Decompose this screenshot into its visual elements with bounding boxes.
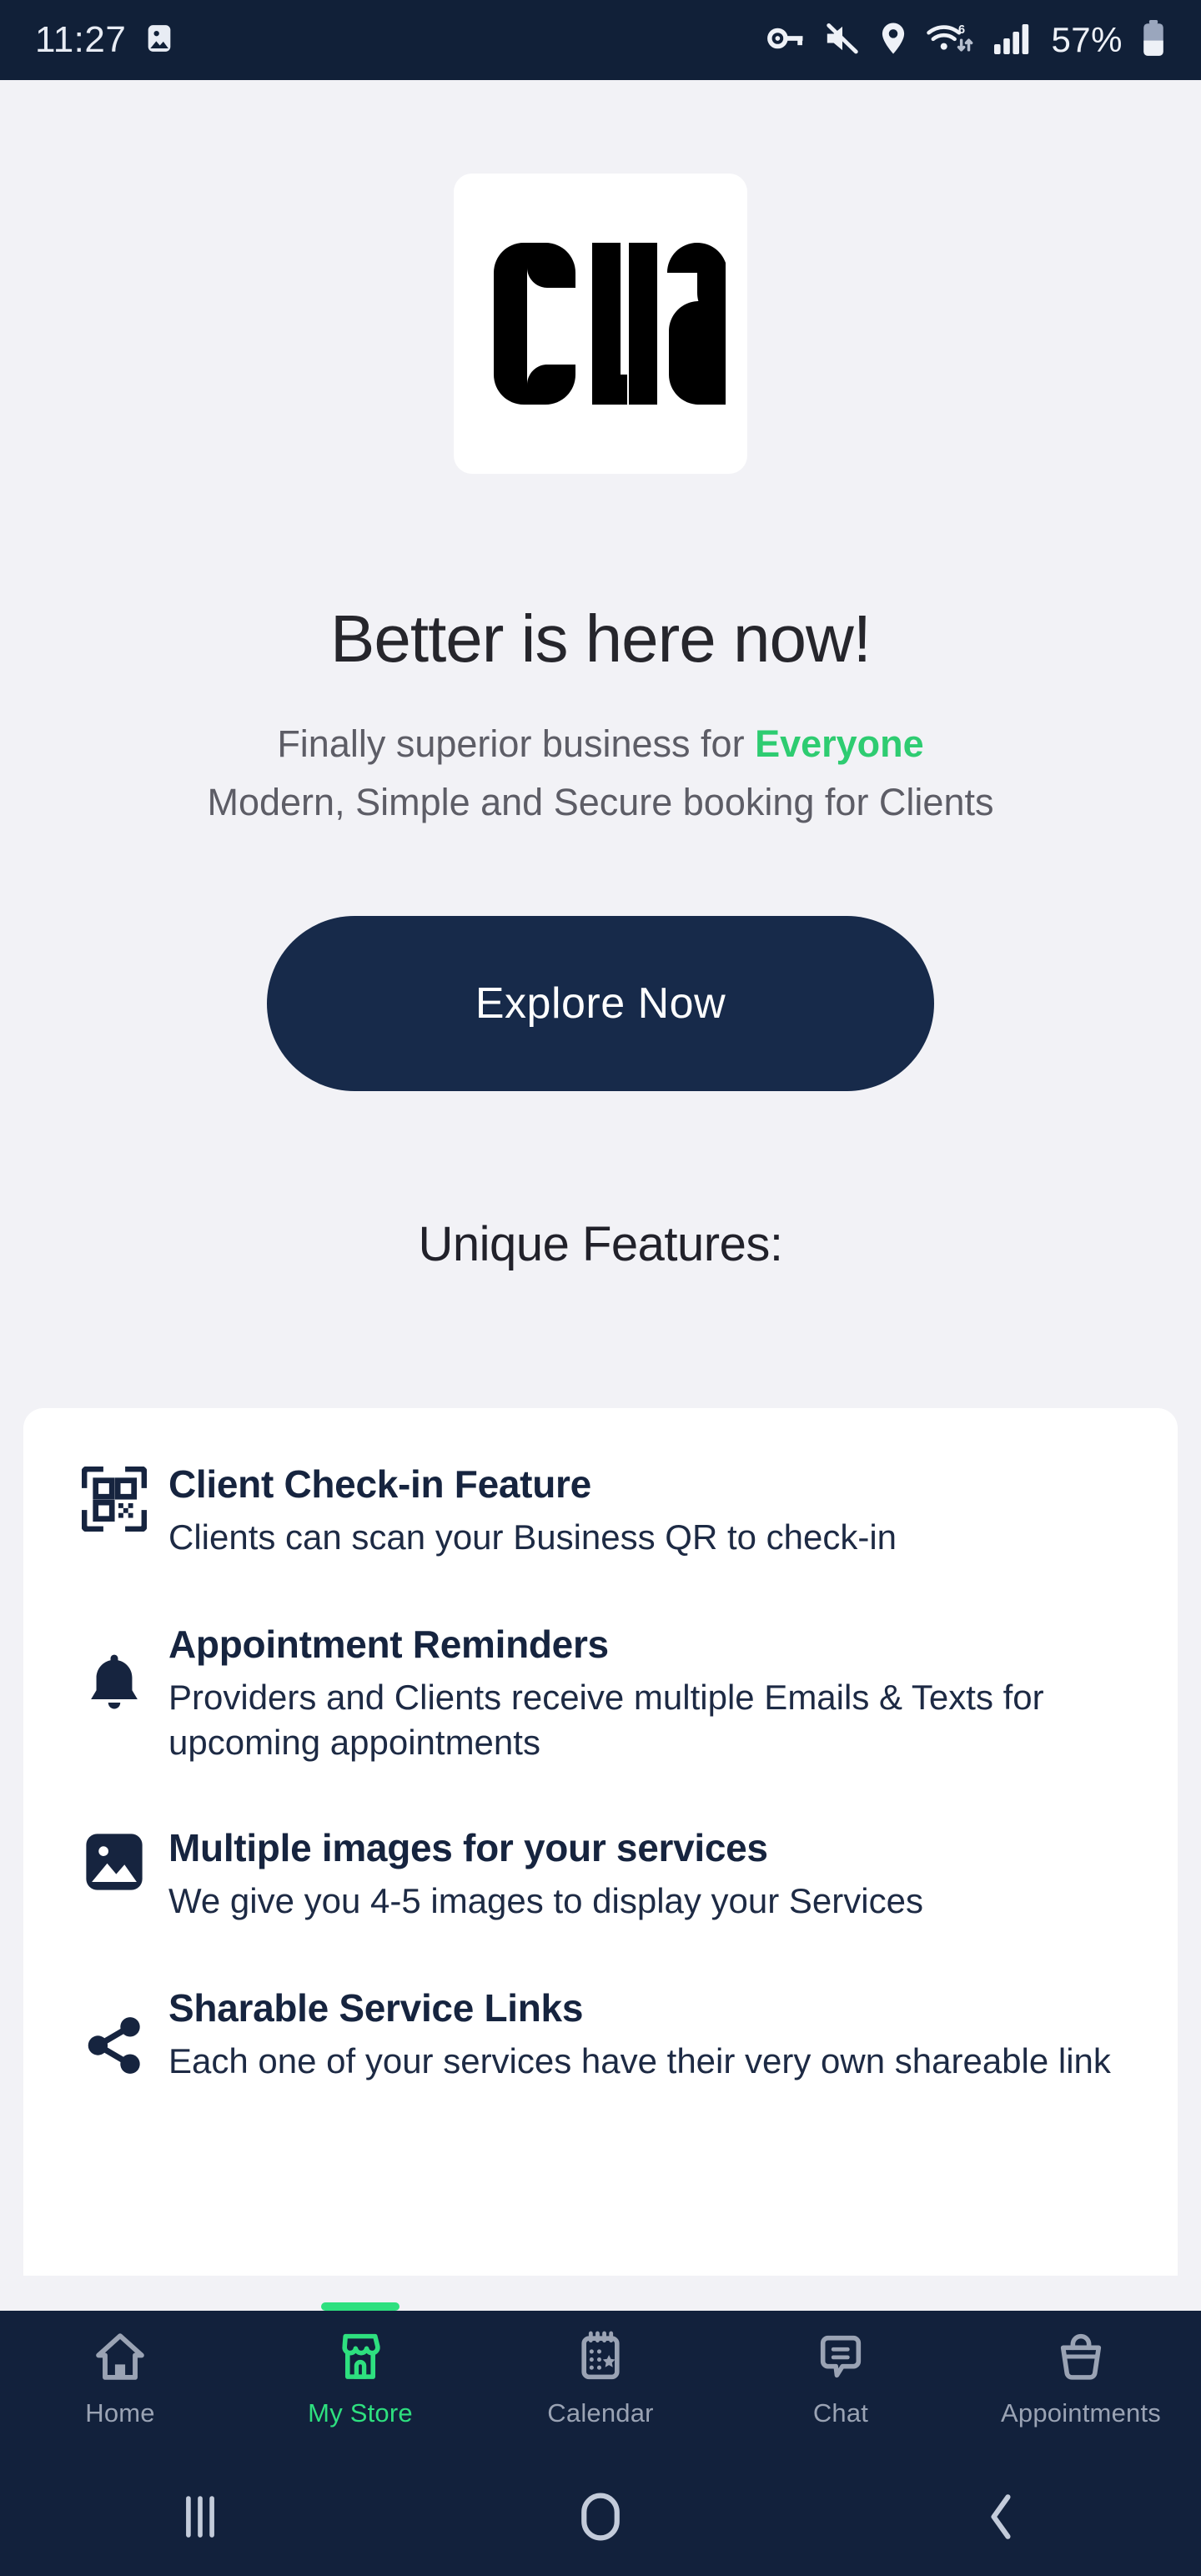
feature-item-multiple-images: Multiple images for your services We giv… [23,1825,1178,1924]
battery-icon [1141,19,1166,61]
nav-item-calendar[interactable]: Calendar [480,2311,721,2428]
cta-container: Explore Now [0,916,1201,1091]
image-icon [143,22,176,59]
status-bar: 11:27 6 57% [0,0,1201,80]
feature-item-appointment-reminders: Appointment Reminders Providers and Clie… [23,1622,1178,1765]
nav-item-my-store[interactable]: My Store [240,2302,480,2428]
chat-bubble-icon [813,2329,868,2388]
nav-label: Appointments [1001,2398,1161,2428]
bottom-navigation: Home My Store Calendar Chat Appointments [0,2302,1201,2461]
feature-title: Multiple images for your services [168,1825,768,1869]
feature-text: Sharable Service Links Each one of your … [168,1985,1128,2084]
wifi-6-icon: 6 [926,22,974,59]
store-icon [333,2329,388,2388]
features-card: Client Check-in Feature Clients can scan… [23,1408,1178,2276]
hero-subtitle-line-1: Finally superior business for Everyone [0,722,1201,766]
nav-label: Calendar [547,2398,654,2428]
hero-subtitle-accent: Everyone [755,722,924,765]
unique-features-heading: Unique Features: [418,1217,783,1271]
app-logo [454,174,747,474]
hero-subtitle-prefix: Finally superior business for [277,722,756,765]
feature-title: Appointment Reminders [168,1623,609,1667]
basket-icon [1053,2329,1108,2388]
back-button[interactable] [801,2491,1201,2547]
android-system-nav [0,2461,1201,2576]
feature-title: Client Check-in Feature [168,1462,591,1506]
calendar-icon [573,2329,628,2388]
active-tab-indicator [321,2302,399,2311]
battery-percent-label: 57% [1051,20,1123,59]
feature-item-sharable-links: Sharable Service Links Each one of your … [23,1985,1178,2084]
hero-section: Better is here now! Finally superior bus… [0,80,1201,1272]
nav-item-appointments[interactable]: Appointments [961,2311,1201,2428]
bell-icon [60,1622,168,1715]
feature-description: Each one of your services have their ver… [168,2041,1111,2081]
status-bar-right: 6 57% [767,19,1166,61]
feature-text: Appointment Reminders Providers and Clie… [168,1622,1141,1765]
image-icon [60,1825,168,1894]
home-icon [93,2329,148,2388]
mute-icon [824,22,861,59]
feature-description: We give you 4-5 images to display your S… [168,1881,923,1921]
location-pin-icon [879,22,907,59]
logo-container [0,174,1201,474]
signal-bars-icon [992,22,1033,59]
home-button[interactable] [400,2491,801,2547]
nav-item-chat[interactable]: Chat [721,2311,961,2428]
explore-now-button[interactable]: Explore Now [267,916,934,1091]
recents-icon [171,2491,229,2547]
nav-label: Home [85,2398,155,2428]
feature-item-client-checkin: Client Check-in Feature Clients can scan… [23,1462,1178,1560]
feature-description: Providers and Clients receive multiple E… [168,1678,1044,1763]
cui-wordmark-icon [494,243,726,405]
feature-text: Multiple images for your services We giv… [168,1825,940,1924]
status-bar-left: 11:27 [35,19,176,61]
status-bar-clock: 11:27 [35,19,127,60]
feature-text: Client Check-in Feature Clients can scan… [168,1462,913,1560]
page-title: Better is here now! [330,601,872,676]
home-pill-icon [579,2491,622,2547]
back-icon [979,2491,1023,2547]
hero-subtitle-line-2: Modern, Simple and Secure booking for Cl… [207,781,994,823]
nav-item-home[interactable]: Home [0,2311,240,2428]
share-icon [60,1985,168,2077]
phone-screen: 11:27 6 57% Better is here now! Finally … [0,0,1201,2576]
recents-button[interactable] [0,2491,400,2547]
svg-text:6: 6 [958,23,965,36]
qr-code-icon [60,1462,168,1532]
nav-label: Chat [812,2398,869,2428]
feature-description: Clients can scan your Business QR to che… [168,1517,897,1557]
nav-label: My Store [308,2398,413,2428]
key-icon [767,22,806,59]
feature-title: Sharable Service Links [168,1985,584,2030]
